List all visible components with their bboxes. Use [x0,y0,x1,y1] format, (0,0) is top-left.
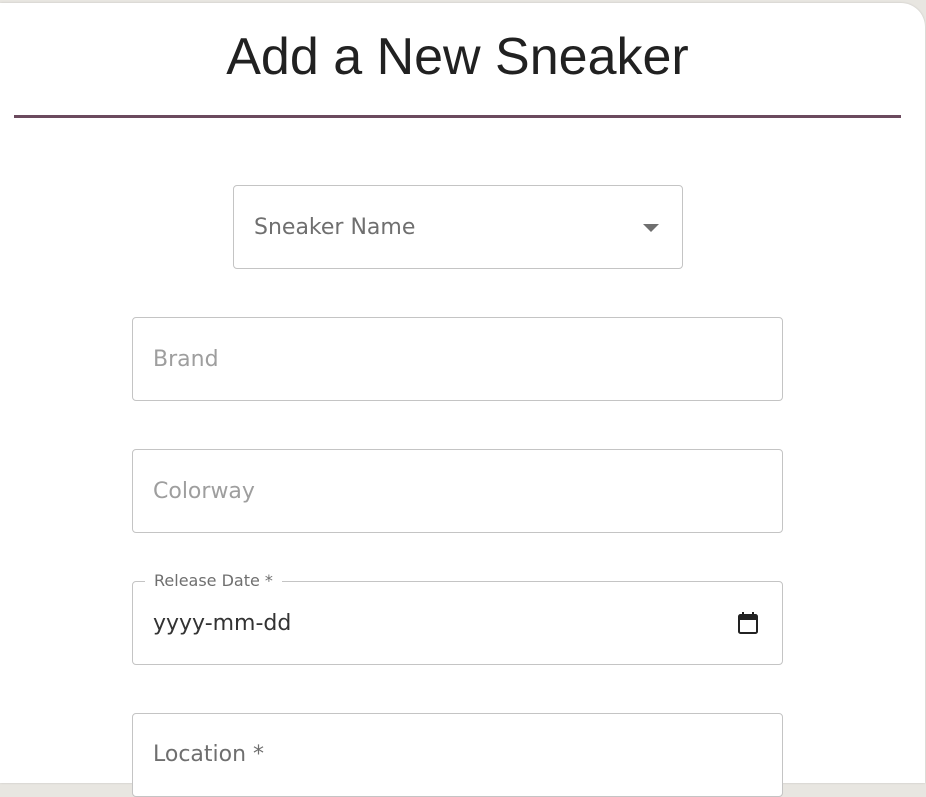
sneaker-name-select[interactable]: Sneaker Name [233,185,683,269]
dropdown-arrow-icon[interactable] [643,224,659,232]
title-divider [14,115,901,118]
colorway-input[interactable]: Colorway [132,449,783,533]
add-sneaker-card: Add a New Sneaker Sneaker Name Brand Col… [0,3,925,797]
location-placeholder: Location * [153,741,265,767]
brand-placeholder: Brand [153,346,219,372]
location-input[interactable]: Location * [132,713,783,797]
calendar-icon[interactable] [738,612,758,634]
sneaker-name-placeholder: Sneaker Name [254,214,416,240]
release-date-value: yyyy-mm-dd [153,610,292,636]
page-title: Add a New Sneaker [226,28,689,86]
colorway-placeholder: Colorway [153,478,255,504]
release-date-input[interactable]: Release Date * yyyy-mm-dd [132,571,783,665]
brand-input[interactable]: Brand [132,317,783,401]
